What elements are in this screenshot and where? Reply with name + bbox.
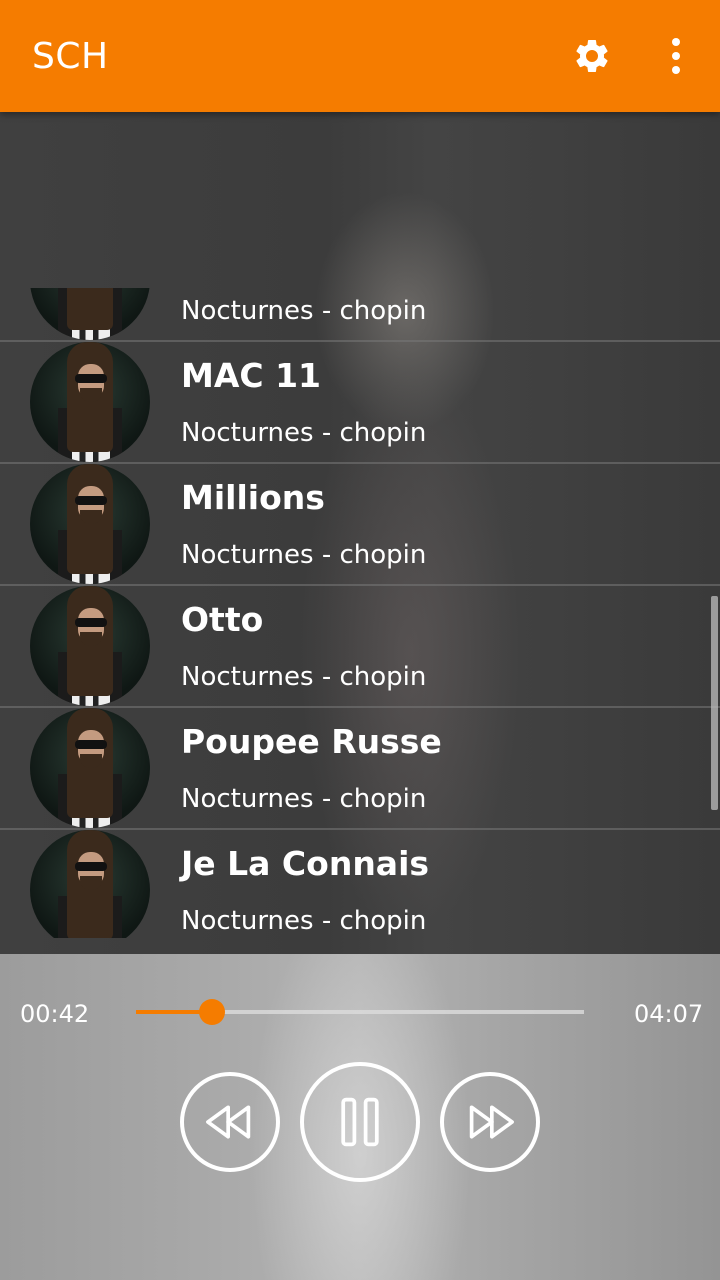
player-panel: 00:42 04:07 bbox=[0, 954, 720, 1280]
song-row[interactable]: Millions Nocturnes - chopin bbox=[0, 464, 720, 586]
rewind-icon bbox=[206, 1105, 251, 1139]
song-list[interactable]: Nocturnes - chopin MAC 11 Nocturnes - ch… bbox=[0, 288, 720, 938]
seek-bar[interactable] bbox=[136, 999, 584, 1025]
song-artist: Nocturnes - chopin bbox=[181, 784, 427, 814]
song-title: Millions bbox=[181, 478, 325, 517]
song-row[interactable]: Je La Connais Nocturnes - chopin bbox=[0, 830, 720, 938]
album-art bbox=[30, 288, 150, 340]
album-art bbox=[30, 830, 150, 938]
album-art bbox=[30, 586, 150, 706]
album-art bbox=[30, 708, 150, 828]
fast-forward-icon bbox=[469, 1105, 514, 1139]
album-art bbox=[30, 342, 150, 462]
song-title: Otto bbox=[181, 600, 264, 639]
rewind-button[interactable] bbox=[180, 1072, 280, 1172]
song-artist: Nocturnes - chopin bbox=[181, 540, 427, 570]
song-title: MAC 11 bbox=[181, 356, 322, 395]
pause-button[interactable] bbox=[300, 1062, 420, 1182]
song-artist: Nocturnes - chopin bbox=[181, 296, 427, 326]
total-time: 04:07 bbox=[634, 1000, 704, 1028]
app-bar: SCH bbox=[0, 0, 720, 112]
song-title: Poupee Russe bbox=[181, 722, 442, 761]
song-title: Je La Connais bbox=[181, 844, 430, 883]
gear-icon[interactable] bbox=[572, 36, 612, 76]
scrollbar[interactable] bbox=[711, 596, 718, 810]
seek-thumb[interactable] bbox=[199, 999, 226, 1025]
song-artist: Nocturnes - chopin bbox=[181, 662, 427, 692]
current-time: 00:42 bbox=[20, 1000, 90, 1028]
song-row[interactable]: Nocturnes - chopin bbox=[0, 288, 720, 342]
overflow-menu-icon[interactable] bbox=[662, 36, 690, 76]
pause-icon bbox=[341, 1097, 379, 1147]
song-artist: Nocturnes - chopin bbox=[181, 418, 427, 448]
album-art bbox=[30, 464, 150, 584]
app-title: SCH bbox=[32, 36, 109, 77]
fast-forward-button[interactable] bbox=[440, 1072, 540, 1172]
song-artist: Nocturnes - chopin bbox=[181, 906, 427, 936]
song-row[interactable]: Poupee Russe Nocturnes - chopin bbox=[0, 708, 720, 830]
song-row[interactable]: MAC 11 Nocturnes - chopin bbox=[0, 342, 720, 464]
song-row[interactable]: Otto Nocturnes - chopin bbox=[0, 586, 720, 708]
